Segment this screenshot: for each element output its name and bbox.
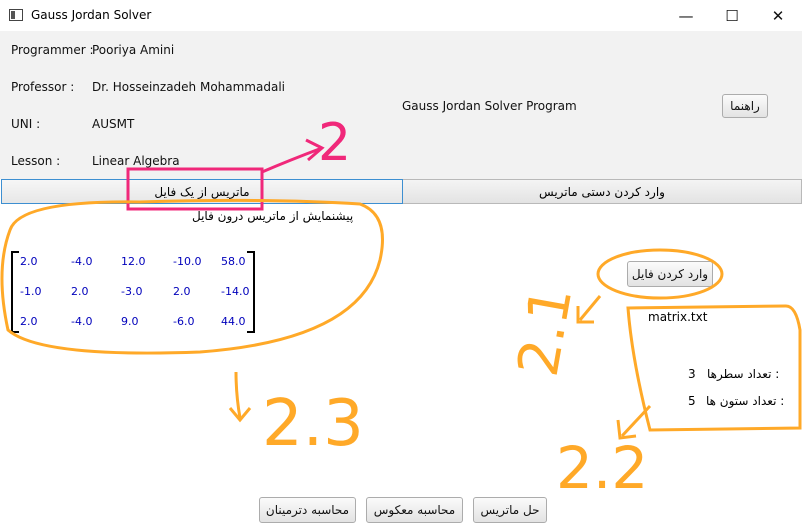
close-button[interactable]: ✕ [755,0,801,31]
matrix-cell: -1.0 [20,285,42,298]
rows-count-label: تعداد سطرها : [707,367,780,381]
programmer-value: Pooriya Amini [92,43,175,57]
matrix-cell: 12.0 [121,255,146,268]
lesson-label: Lesson : [11,154,61,168]
solve-button[interactable]: حل ماتریس [473,497,547,523]
window-title: Gauss Jordan Solver [31,8,152,22]
file-name: matrix.txt [648,310,708,324]
uni-label: UNI : [11,117,41,131]
matrix-cell: -4.0 [71,255,93,268]
matrix-cell: -10.0 [173,255,202,268]
load-file-button[interactable]: وارد کردن فایل [627,261,713,287]
professor-value: Dr. Hosseinzadeh Mohammadali [92,80,285,94]
program-title: Gauss Jordan Solver Program [402,99,577,113]
tab-label: وارد کردن دستی ماتریس [539,184,665,199]
annotation-arrow-counts [620,404,652,438]
tab-label: ماتریس از یک فایل [154,184,250,199]
maximize-button[interactable]: ☐ [709,0,755,31]
annotation-arrow-matrix [234,371,242,419]
matrix-cell: -3.0 [121,285,143,298]
title-bar: Gauss Jordan Solver — ☐ ✕ [0,0,802,31]
tab-matrix-from-file[interactable]: ماتریس از یک فایل [1,179,403,204]
annotation-label-2-2: 2.2 [556,434,648,502]
annotation-ellipse-matrix [0,198,384,355]
matrix-cell: 2.0 [20,255,38,268]
help-button[interactable]: راهنما [722,94,768,118]
inverse-button[interactable]: محاسبه معکوس [366,497,463,523]
app-icon [9,9,23,21]
programmer-label: Programmer : [11,43,94,57]
tab-manual-input[interactable]: وارد کردن دستی ماتریس [403,179,802,204]
professor-label: Professor : [11,80,75,94]
matrix-cell: 2.0 [20,315,38,328]
matrix-left-bracket [11,251,19,333]
cols-count-label: تعداد ستون ها : [706,394,785,408]
matrix-cell: -14.0 [221,285,250,298]
cols-count-value: 5 [688,394,696,408]
matrix-cell: 44.0 [221,315,246,328]
determinant-button[interactable]: محاسبه دترمینان [259,497,356,523]
annotation-arrow-load [578,295,602,321]
matrix-cell: -6.0 [173,315,195,328]
matrix-cell: 2.0 [173,285,191,298]
rows-count-value: 3 [688,367,696,381]
uni-value: AUSMT [92,117,135,131]
annotation-label-2-1: 2.1 [506,282,585,381]
matrix-cell: 2.0 [71,285,89,298]
lesson-value: Linear Algebra [92,154,180,168]
minimize-button[interactable]: — [663,0,709,31]
preview-title: پیشنمایش از ماتریس درون فایل [192,209,354,223]
annotation-label-2-3: 2.3 [262,387,364,461]
matrix-cell: 9.0 [121,315,139,328]
matrix-cell: 58.0 [221,255,246,268]
matrix-cell: -4.0 [71,315,93,328]
